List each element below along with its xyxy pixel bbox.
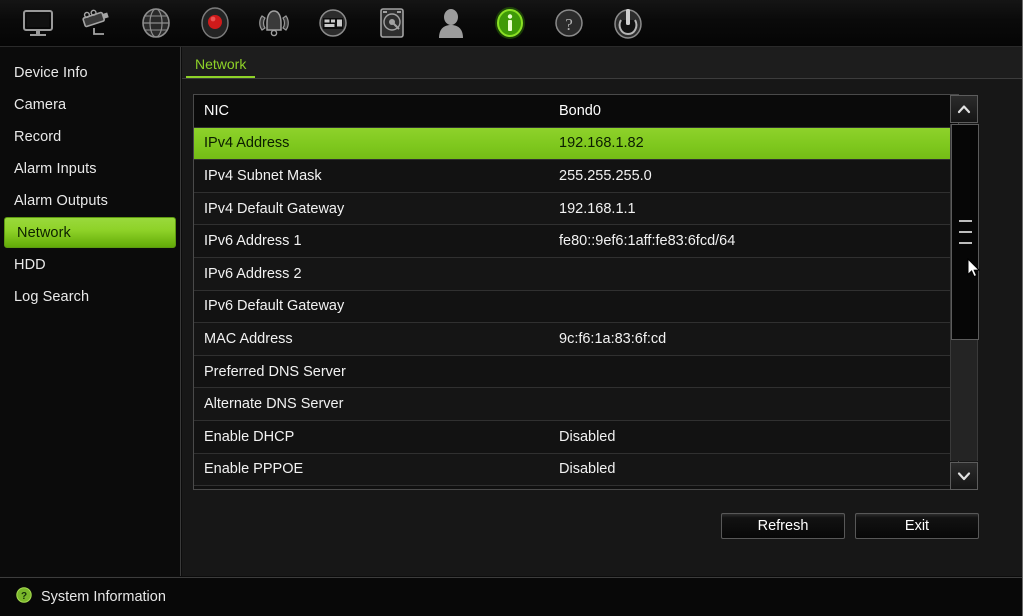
grip-line [958, 231, 972, 233]
table-row[interactable]: NIC Bond0 [194, 95, 958, 128]
row-value: 9c:f6:1a:83:6f:cd [559, 330, 667, 347]
help-icon[interactable]: ? [539, 1, 598, 45]
row-key: Alternate DNS Server [204, 396, 344, 413]
sidebar-item-alarm-inputs[interactable]: Alarm Inputs [2, 153, 178, 184]
row-key: IPv6 Address 1 [204, 233, 302, 250]
grip-line [958, 220, 972, 222]
help-circle-icon: ? [16, 586, 32, 608]
row-value: fe80::9ef6:1aff:fe83:6fcd/64 [559, 233, 736, 250]
row-key: Enable DHCP [204, 428, 295, 445]
row-key: IPv6 Address 2 [204, 265, 302, 282]
tab-strip: Network [182, 47, 1022, 79]
exit-button-label: Exit [904, 518, 930, 534]
info-icon[interactable] [480, 1, 539, 45]
nvr-system-information-window: ? Device Info Camera Record Alarm Inputs… [0, 0, 1023, 616]
tab-network[interactable]: Network [186, 48, 256, 78]
table-row[interactable]: IPv4 Default Gateway 192.168.1.1 [194, 192, 958, 226]
table-row[interactable]: Enable PPPOE Disabled [194, 453, 958, 487]
sidebar-item-network[interactable]: Network [4, 217, 176, 248]
playback-icon[interactable] [303, 1, 362, 45]
table-row[interactable]: Alternate DNS Server [194, 388, 958, 421]
sidebar-item-label: Device Info [14, 64, 88, 81]
row-key: Preferred DNS Server [204, 363, 346, 380]
row-key: NIC [204, 102, 229, 119]
table-row[interactable]: Preferred DNS Server [194, 355, 958, 389]
row-value: 255.255.255.0 [559, 167, 652, 184]
sidebar-item-label: Alarm Outputs [14, 192, 108, 209]
status-bar-label: System Information [41, 589, 166, 605]
row-value: Bond0 [559, 102, 601, 119]
refresh-button-label: Refresh [757, 518, 809, 534]
row-key: IPv4 Subnet Mask [204, 167, 322, 184]
refresh-button[interactable]: Refresh [721, 513, 845, 539]
record-icon[interactable] [185, 1, 244, 45]
action-button-bar: Refresh Exit [182, 506, 1022, 546]
sidebar-item-device-info[interactable]: Device Info [2, 57, 178, 88]
svg-text:?: ? [21, 591, 27, 602]
monitor-icon[interactable] [8, 1, 67, 45]
network-info-table: NIC Bond0 IPv4 Address 192.168.1.82 IPv4 S… [193, 94, 959, 490]
sidebar-item-label: Network [17, 224, 71, 241]
sidebar-item-alarm-outputs[interactable]: Alarm Outputs [2, 185, 178, 216]
sidebar-item-label: HDD [14, 256, 46, 273]
table-row[interactable]: MAC Address 9c:f6:1a:83:6f:cd [194, 323, 958, 356]
hdd-icon[interactable] [362, 1, 421, 45]
table-row[interactable]: IPv4 Address 192.168.1.82 [194, 127, 958, 161]
row-value: Disabled [559, 428, 616, 445]
grip-line [958, 242, 972, 244]
sidebar-item-log-search[interactable]: Log Search [2, 281, 178, 312]
sidebar-item-label: Record [14, 128, 62, 145]
alarm-icon[interactable] [244, 1, 303, 45]
sidebar-item-label: Log Search [14, 288, 90, 305]
sidebar-item-camera[interactable]: Camera [2, 89, 178, 120]
row-value: 192.168.1.1 [559, 200, 636, 217]
scrollbar-track[interactable] [950, 124, 979, 461]
power-icon[interactable] [598, 1, 657, 45]
content-pane: Network NIC Bond0 IPv4 Address 192.168.1.8… [182, 47, 1022, 576]
user-icon[interactable] [421, 1, 480, 45]
row-key: Enable PPPOE [204, 461, 304, 478]
row-key: IPv4 Default Gateway [204, 200, 345, 217]
sidebar-item-record[interactable]: Record [2, 121, 178, 152]
table-scrollbar[interactable] [950, 95, 979, 490]
sidebar-item-hdd[interactable]: HDD [2, 249, 178, 280]
settings-sidebar: Device Info Camera Record Alarm Inputs A… [0, 47, 181, 576]
table-row[interactable]: IPv6 Address 2 [194, 257, 958, 291]
exit-button[interactable]: Exit [855, 513, 979, 539]
table-row[interactable]: Enable DHCP Disabled [194, 420, 958, 454]
scroll-down-icon[interactable] [950, 462, 978, 490]
status-bar: ? System Information [0, 577, 1022, 616]
tab-label: Network [195, 56, 247, 72]
globe-icon[interactable] [126, 1, 185, 45]
row-key: MAC Address [204, 330, 293, 347]
svg-text:?: ? [565, 15, 573, 34]
row-key: IPv4 Address [204, 135, 290, 152]
scroll-up-icon[interactable] [950, 95, 978, 123]
row-value: Disabled [559, 461, 616, 478]
scrollbar-thumb[interactable] [951, 124, 979, 340]
camera-icon[interactable] [67, 1, 126, 45]
table-row[interactable]: IPv6 Default Gateway [194, 290, 958, 324]
sidebar-item-label: Alarm Inputs [14, 160, 97, 177]
row-key: IPv6 Default Gateway [204, 298, 345, 315]
table-row[interactable]: IPv6 Address 1 fe80::9ef6:1aff:fe83:6fcd/… [194, 225, 958, 258]
table-row[interactable]: IPv4 Subnet Mask 255.255.255.0 [194, 160, 958, 193]
main-toolbar: ? [0, 0, 1022, 47]
row-value: 192.168.1.82 [559, 135, 644, 152]
sidebar-item-label: Camera [14, 96, 67, 113]
